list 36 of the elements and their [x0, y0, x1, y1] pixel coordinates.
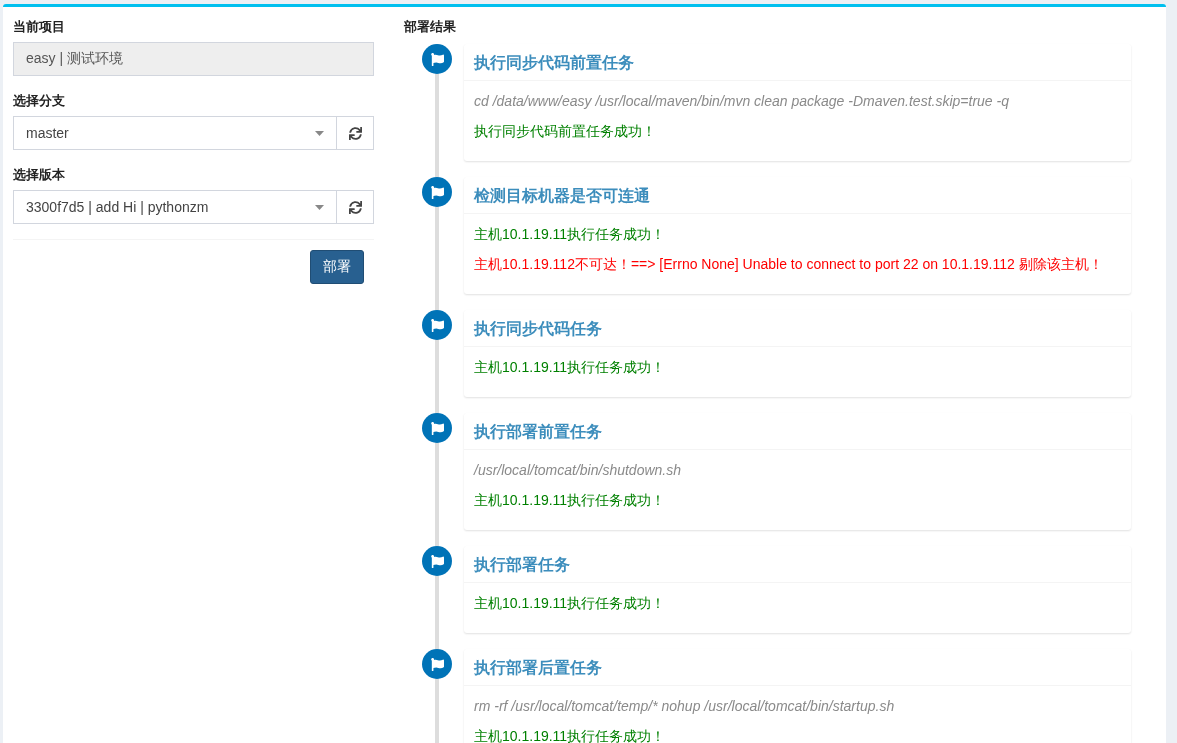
flag-icon [422, 546, 452, 576]
success-message: 主机10.1.19.11执行任务成功！ [474, 491, 666, 510]
flag-icon [422, 177, 452, 207]
flag-icon [422, 44, 452, 74]
flag-icon [422, 649, 452, 679]
step-title: 执行部署前置任务 [474, 423, 602, 440]
success-message: 主机10.1.19.11执行任务成功！ [474, 358, 666, 377]
success-message: 主机10.1.19.11执行任务成功！ [474, 727, 666, 743]
dropdown-field[interactable]: master [13, 116, 337, 150]
command-text: /usr/local/tomcat/bin/shutdown.sh [474, 461, 681, 480]
command-text: rm -rf /usr/local/tomcat/temp/* nohup /usr/local/tomcat/bin/startup.sh [474, 697, 895, 716]
section-title: 部署结果 [404, 18, 456, 36]
input-field: easy | 测试环境 [13, 42, 374, 76]
deploy-button[interactable]: 部署 [310, 250, 364, 284]
success-message: 主机10.1.19.11执行任务成功！ [474, 225, 666, 244]
step-title: 执行部署任务 [474, 556, 570, 573]
flag-icon [422, 310, 452, 340]
refresh-icon [348, 126, 362, 140]
step-title: 执行部署后置任务 [474, 659, 602, 676]
success-message: 执行同步代码前置任务成功！ [474, 122, 656, 141]
field-label: 当前项目 [13, 18, 65, 36]
step-title: 执行同步代码前置任务 [474, 54, 634, 71]
dropdown-field[interactable]: 3300f7d5 | add Hi | pythonzm [13, 190, 337, 224]
success-message: 主机10.1.19.11执行任务成功！ [474, 594, 666, 613]
command-text: cd /data/www/easy /usr/local/maven/bin/mvn clean package -Dmaven.test.skip=true -q [474, 92, 1009, 111]
field-label: 选择分支 [13, 92, 65, 110]
field-label: 选择版本 [13, 166, 65, 184]
caret-icon [315, 130, 324, 136]
error-message: 主机10.1.19.112不可达！==> [Errno None] Unable to connect to port 22 on 10.1.19.112 剔除该主机！ [474, 255, 1103, 274]
refresh-button[interactable] [336, 116, 374, 150]
step-title: 检测目标机器是否可连通 [474, 187, 650, 204]
step-title: 执行同步代码任务 [474, 320, 602, 337]
flag-icon [422, 413, 452, 443]
caret-icon [315, 204, 324, 210]
refresh-icon [348, 200, 362, 214]
refresh-button[interactable] [336, 190, 374, 224]
